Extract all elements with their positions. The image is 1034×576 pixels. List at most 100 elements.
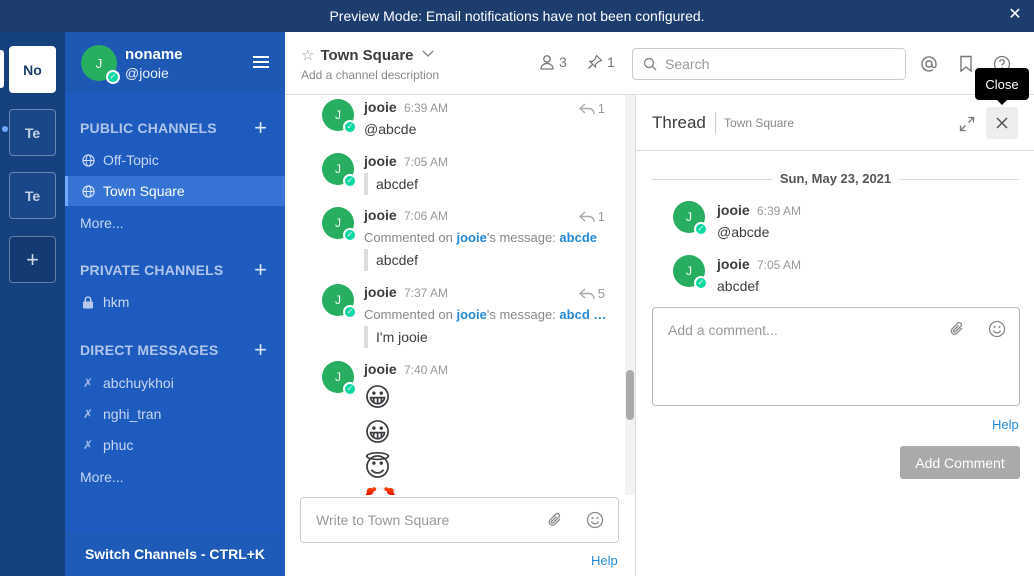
avatar[interactable]: J ✓: [322, 207, 357, 242]
channel-header: ☆ Town Square Add a channel description …: [285, 32, 1034, 95]
online-status-icon: ✓: [343, 305, 357, 319]
direct-messages-more-link[interactable]: More...: [80, 469, 124, 485]
date-separator: Sun, May 23, 2021: [652, 171, 1019, 187]
saved-messages-icon[interactable]: [956, 54, 976, 74]
emoji-picker-icon[interactable]: [585, 510, 605, 530]
post-message: @abcde: [717, 224, 770, 240]
post-author[interactable]: jooie: [364, 361, 397, 377]
commented-user-link[interactable]: jooie: [457, 230, 487, 245]
sidebar-item-label: hkm: [103, 294, 130, 310]
close-thread-button[interactable]: [986, 107, 1018, 139]
banner-close-icon[interactable]: ✕: [1006, 6, 1024, 24]
reply-count-button[interactable]: 1: [578, 209, 605, 224]
reply-count: 1: [597, 101, 605, 116]
commented-mid: 's message:: [486, 307, 560, 322]
avatar[interactable]: J ✓: [81, 45, 120, 84]
reply-comment-input[interactable]: Add a comment...: [652, 307, 1020, 406]
thread-panel: Thread Town Square Sun, May 23, 2021 J ✓ …: [635, 95, 1034, 576]
avatar[interactable]: J ✓: [322, 284, 357, 319]
sidebar-item-off-topic[interactable]: Off-Topic: [65, 145, 285, 175]
sidebar-item-town-square[interactable]: Town Square: [65, 176, 285, 206]
team-sidebar: No Te Te +: [0, 32, 65, 576]
post-author[interactable]: jooie: [717, 202, 750, 218]
sidebar-item-nghi-tran[interactable]: ✗ nghi_tran: [65, 399, 285, 429]
sidebar-item-hkm[interactable]: hkm: [65, 287, 285, 317]
post-time[interactable]: 6:39 AM: [404, 101, 448, 115]
avatar-initial: J: [335, 162, 341, 176]
paperclip-icon[interactable]: [545, 510, 565, 530]
pinned-count: 1: [607, 54, 615, 70]
search-placeholder: Search: [665, 56, 710, 72]
commented-user-link[interactable]: jooie: [457, 307, 487, 322]
avatar[interactable]: J ✓: [673, 255, 708, 290]
team-unread-dot: [2, 126, 8, 132]
post-time[interactable]: 7:05 AM: [404, 155, 448, 169]
commented-message-link[interactable]: abcd …: [559, 307, 606, 322]
post-time[interactable]: 7:37 AM: [404, 286, 448, 300]
sidebar-item-phuc[interactable]: ✗ phuc: [65, 430, 285, 460]
post-message: I'm jooie: [364, 326, 428, 348]
add-team-button[interactable]: +: [9, 236, 56, 283]
member-count-button[interactable]: 3: [539, 54, 567, 70]
online-status-icon: ✓: [343, 382, 357, 396]
avatar[interactable]: J ✓: [673, 201, 708, 236]
switch-channels-button[interactable]: Switch Channels - CTRL+K: [65, 532, 285, 576]
reply-arrow-icon: [578, 287, 595, 299]
commented-prefix: Commented on: [364, 230, 457, 245]
add-direct-message-button[interactable]: +: [254, 339, 267, 361]
avatar-initial: J: [335, 293, 341, 307]
pinned-count-button[interactable]: 1: [587, 54, 615, 70]
sidebar-item-label: phuc: [103, 437, 134, 453]
post-list-scrollbar[interactable]: [626, 370, 634, 420]
offline-user-icon: ✗: [82, 438, 94, 452]
search-input[interactable]: Search: [632, 48, 906, 80]
post-time[interactable]: 7:05 AM: [757, 258, 801, 272]
add-private-channel-button[interactable]: +: [254, 259, 267, 281]
avatar[interactable]: J ✓: [322, 99, 357, 134]
post-author[interactable]: jooie: [364, 207, 397, 223]
channel-description[interactable]: Add a channel description: [301, 68, 439, 82]
message-composer[interactable]: Write to Town Square: [300, 497, 619, 543]
post-time[interactable]: 6:39 AM: [757, 204, 801, 218]
avatar-initial: J: [686, 264, 692, 278]
reply-arrow-icon: [578, 210, 595, 222]
avatar[interactable]: J ✓: [322, 361, 357, 396]
composer-help-link[interactable]: Help: [591, 553, 618, 568]
team-button-te-1[interactable]: Te: [9, 109, 56, 156]
team-button-no[interactable]: No: [9, 46, 56, 93]
post-list-scroll-track[interactable]: [625, 95, 635, 495]
expand-icon[interactable]: [956, 113, 978, 135]
thread-help-link[interactable]: Help: [992, 417, 1019, 432]
commented-message-link[interactable]: abcde: [559, 230, 597, 245]
avatar-initial: J: [335, 108, 341, 122]
public-channels-more-link[interactable]: More...: [80, 215, 124, 231]
reply-count-button[interactable]: 5: [578, 286, 605, 301]
online-status-icon: ✓: [343, 174, 357, 188]
channel-name: Town Square: [320, 46, 414, 64]
post-author[interactable]: jooie: [364, 99, 397, 115]
reply-count-button[interactable]: 1: [578, 101, 605, 116]
post-author[interactable]: jooie: [364, 284, 397, 300]
add-comment-button[interactable]: Add Comment: [900, 446, 1020, 479]
post-message: abcdef: [717, 278, 760, 294]
post-time[interactable]: 7:40 AM: [404, 363, 448, 377]
at-mentions-icon[interactable]: [919, 54, 939, 74]
emoji-picker-icon[interactable]: [987, 319, 1007, 339]
post-author[interactable]: jooie: [364, 153, 397, 169]
user-handle: @jooie: [125, 65, 169, 81]
composer-placeholder: Write to Town Square: [316, 512, 450, 528]
thread-channel-name[interactable]: Town Square: [724, 116, 794, 130]
add-public-channel-button[interactable]: +: [254, 117, 267, 139]
post-message: abcdef: [364, 249, 418, 271]
team-button-te-2[interactable]: Te: [9, 172, 56, 219]
close-tooltip: Close: [975, 68, 1029, 105]
hamburger-menu-icon[interactable]: [253, 56, 269, 68]
channel-name-dropdown[interactable]: ☆ Town Square: [301, 46, 434, 64]
globe-icon: [81, 153, 95, 167]
post-author[interactable]: jooie: [717, 256, 750, 272]
avatar[interactable]: J ✓: [322, 153, 357, 188]
paperclip-icon[interactable]: [947, 319, 967, 339]
post-time[interactable]: 7:06 AM: [404, 209, 448, 223]
favorite-star-icon[interactable]: ☆: [301, 46, 314, 64]
sidebar-item-abchuykhoi[interactable]: ✗ abchuykhoi: [65, 368, 285, 398]
